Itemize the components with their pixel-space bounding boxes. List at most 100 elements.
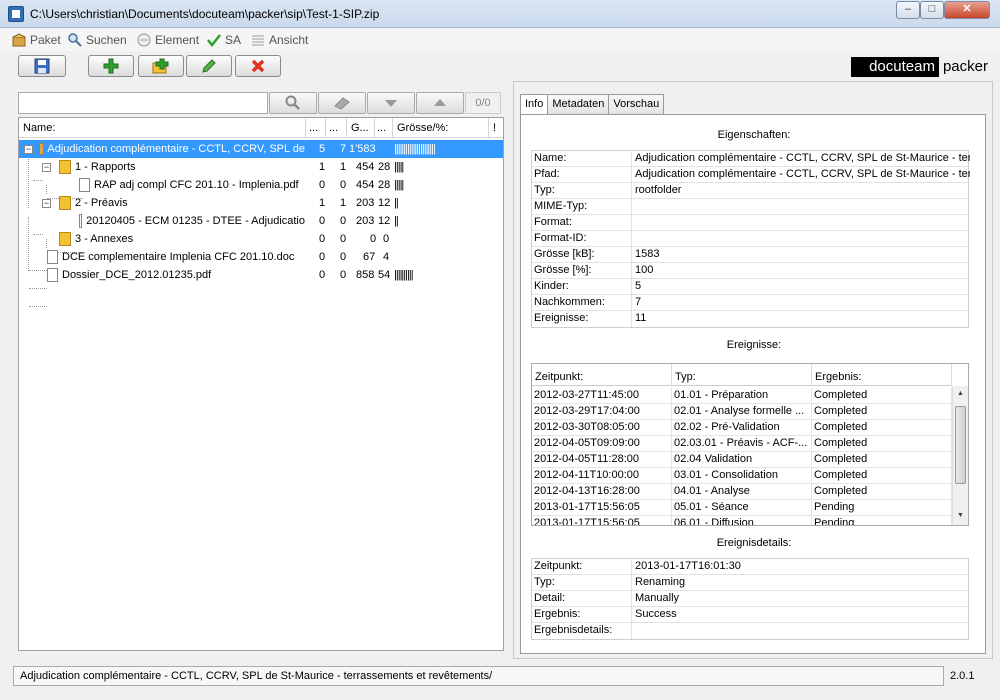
event-time: 2013-01-17T15:56:05 <box>532 516 672 525</box>
eventdetail-row: Detail: Manually <box>532 591 968 607</box>
property-row: Ereignisse: 11 <box>532 311 968 327</box>
tree-row[interactable]: RAP adj compl CFC 201.10 - Implenia.pdf … <box>19 176 503 194</box>
collapse-toggle[interactable]: − <box>42 163 51 172</box>
tab-info[interactable]: Info <box>520 94 549 115</box>
event-type: 02.02 - Pré-Validation <box>672 420 812 436</box>
tree-row[interactable]: 3 - Annexes 0 0 0 0 <box>19 230 503 248</box>
previous-result-button[interactable] <box>416 92 464 114</box>
tree-row[interactable]: DCE complementaire Implenia CFC 201.10.d… <box>19 248 503 266</box>
tree-row-percent: 28 <box>378 161 391 173</box>
event-result: Completed <box>812 436 952 452</box>
scroll-down-icon[interactable]: ▼ <box>957 512 964 519</box>
delete-button[interactable] <box>235 55 281 77</box>
event-result: Completed <box>812 468 952 484</box>
magnifier-icon <box>68 33 82 47</box>
event-row[interactable]: 2013-01-17T15:56:05 06.01 - Diffusion Pend… <box>532 516 952 525</box>
arrow-up-icon <box>434 99 446 106</box>
events-table[interactable]: Zeitpunkt: Typ: Ergebnis: 2012-03-27T11:… <box>531 363 969 526</box>
event-row[interactable]: 2012-04-13T16:28:00 04.01 - Analyse Comple… <box>532 484 952 500</box>
event-type: 06.01 - Diffusion <box>672 516 812 525</box>
tree-row-size: 1'583 <box>349 143 376 155</box>
eventdetail-key: Typ: <box>532 575 632 591</box>
event-row[interactable]: 2012-04-05T09:09:00 02.03.01 - Préavis - … <box>532 436 952 452</box>
tree-row-size-bar <box>394 230 489 248</box>
column-children[interactable]: ... <box>306 118 326 138</box>
tree-row-children: 0 <box>319 215 326 227</box>
tree-row-children: 0 <box>319 233 326 245</box>
tree-row-size-bar: |||||||||||||||||||||| <box>394 143 436 155</box>
events-column-type[interactable]: Typ: <box>672 364 812 386</box>
event-row[interactable]: 2012-03-30T08:05:00 02.02 - Pré-Validatio… <box>532 420 952 436</box>
property-value: 5 <box>635 280 642 292</box>
events-column-result[interactable]: Ergebnis: <box>812 364 952 386</box>
events-scrollbar[interactable]: ▲ ▼ <box>952 386 968 525</box>
property-value <box>633 231 970 247</box>
event-row[interactable]: 2012-03-29T17:04:00 02.01 - Analyse forme… <box>532 404 952 420</box>
events-title: Ereignisse: <box>726 339 782 351</box>
menu-ansicht[interactable]: Ansicht <box>251 32 308 48</box>
edit-button[interactable] <box>186 55 232 77</box>
event-row[interactable]: 2013-01-17T15:56:05 05.01 - Séance Pending <box>532 500 952 516</box>
tree-row[interactable]: − Adjudication complémentaire - CCTL, CC… <box>19 140 503 158</box>
column-size-bar[interactable]: Grösse/%: <box>393 118 489 138</box>
property-key: Format: <box>532 215 632 231</box>
menu-suchen[interactable]: Suchen <box>68 32 127 48</box>
events-column-time[interactable]: Zeitpunkt: <box>532 364 672 386</box>
next-result-button[interactable] <box>367 92 415 114</box>
tree-row-name-cell: 2 - Préavis <box>59 194 305 212</box>
property-row: Format-ID: <box>532 231 968 247</box>
tree-row[interactable]: − 2 - Préavis 1 1 203 12 || <box>19 194 503 212</box>
menu-paket[interactable]: Paket <box>12 32 61 48</box>
column-percent[interactable]: ... <box>375 118 393 138</box>
event-result: Completed <box>812 452 952 468</box>
property-key: Grösse [%]: <box>532 263 632 279</box>
events-header: Zeitpunkt: Typ: Ergebnis: <box>532 364 952 386</box>
maximize-button[interactable]: □ <box>920 1 944 19</box>
event-row[interactable]: 2012-04-11T10:00:00 03.01 - Consolidation… <box>532 468 952 484</box>
folder-icon <box>59 196 71 210</box>
add-button[interactable] <box>88 55 134 77</box>
tree-row[interactable]: Dossier_DCE_2012.01235.pdf 0 0 858 54 ||… <box>19 266 503 284</box>
tab-metadaten[interactable]: Metadaten <box>547 94 610 114</box>
save-button[interactable] <box>18 55 66 77</box>
property-key: Grösse [kB]: <box>532 247 632 263</box>
column-flag[interactable]: ! <box>489 118 503 138</box>
event-row[interactable]: 2012-03-27T11:45:00 01.01 - Préparation Co… <box>532 388 952 404</box>
column-descendants[interactable]: ... <box>326 118 347 138</box>
collapse-toggle[interactable]: − <box>24 145 33 154</box>
tree-row[interactable]: − 1 - Rapports 1 1 454 28 ||||| <box>19 158 503 176</box>
folder-icon <box>59 160 71 174</box>
event-row[interactable]: 2012-04-05T11:28:00 02.04 Validation Compl… <box>532 452 952 468</box>
column-name[interactable]: Name: <box>19 118 306 138</box>
package-tree[interactable]: Name: ... ... G... ... Grösse/%: ! − Adj… <box>18 117 504 651</box>
property-row: MIME-Typ: <box>532 199 968 215</box>
collapse-toggle[interactable]: − <box>42 199 51 208</box>
close-button[interactable]: ✕ <box>944 1 990 19</box>
event-type: 02.01 - Analyse formelle ... <box>672 404 812 420</box>
property-row: Kinder: 5 <box>532 279 968 295</box>
scrollbar-thumb[interactable] <box>955 406 966 484</box>
tree-row-descendants: 1 <box>340 161 347 173</box>
scroll-up-icon[interactable]: ▲ <box>957 390 964 397</box>
tree-row-percent: 54 <box>378 269 391 281</box>
minimize-button[interactable]: – <box>896 1 920 19</box>
file-icon <box>79 214 83 228</box>
tree-row[interactable]: 20120405 - ECM 01235 - DTEE - Adjudicati… <box>19 212 503 230</box>
eventdetail-key: Ergebnis: <box>532 607 632 623</box>
menu-sa[interactable]: SA <box>207 32 241 48</box>
property-value <box>633 215 970 231</box>
search-input[interactable] <box>18 92 268 114</box>
property-value: 7 <box>635 296 642 308</box>
folder-icon <box>59 232 71 246</box>
tree-row-name-cell: Dossier_DCE_2012.01235.pdf <box>47 266 305 284</box>
menu-paket-label: Paket <box>30 33 61 47</box>
column-size[interactable]: G... <box>347 118 375 138</box>
menu-element[interactable]: Element <box>137 32 199 48</box>
add-folder-button[interactable] <box>138 55 184 77</box>
clear-search-button[interactable] <box>318 92 366 114</box>
search-button[interactable] <box>269 92 317 114</box>
property-value: Adjudication complémentaire - CCTL, CCRV… <box>635 168 970 180</box>
tree-row-size: 203 <box>356 215 375 227</box>
tab-vorschau[interactable]: Vorschau <box>608 94 665 114</box>
event-result: Completed <box>812 420 952 436</box>
